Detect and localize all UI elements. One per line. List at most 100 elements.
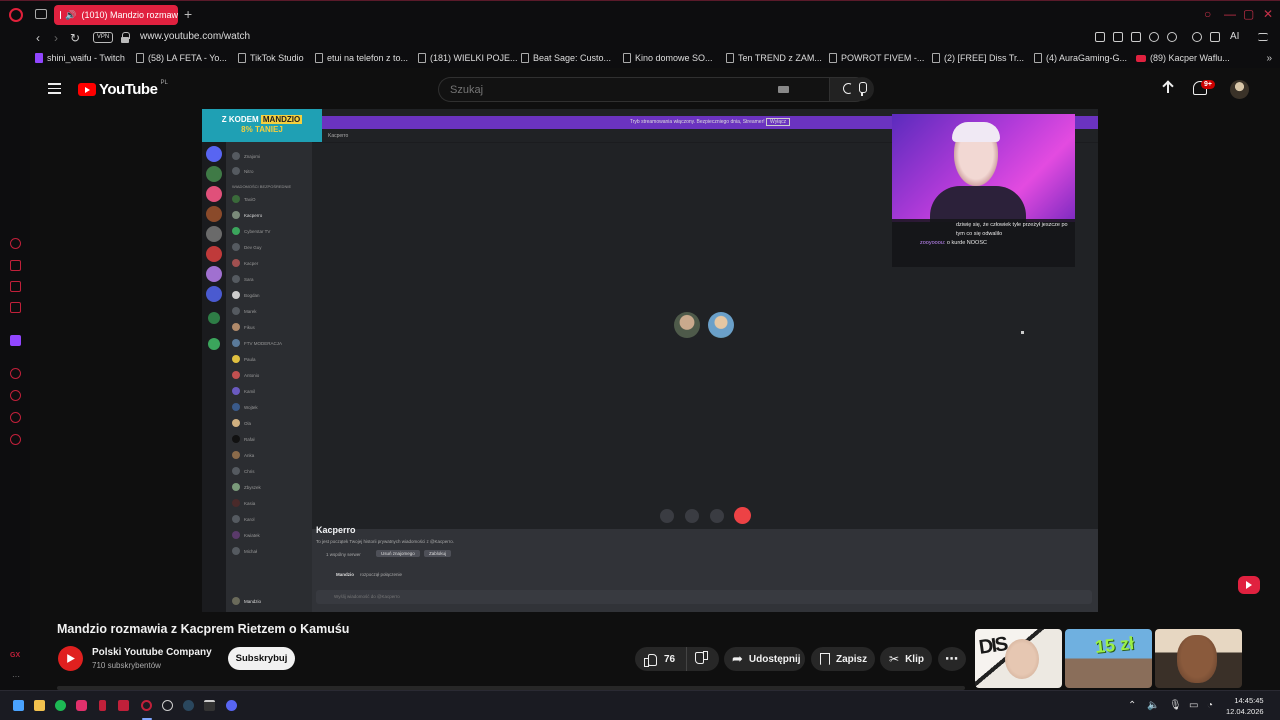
system-clock[interactable]: 14:45:45 12.04.2026 (1226, 695, 1264, 717)
spotify-icon[interactable] (55, 700, 66, 711)
bookmark-item[interactable]: (4) AuraGaming-G... (1034, 53, 1127, 63)
notification-badge: 9+ (1201, 80, 1215, 89)
gmail-icon[interactable] (10, 302, 21, 313)
back-icon[interactable]: ‹ (36, 31, 40, 45)
recommended-video-thumbnail[interactable]: 15 zł (1065, 629, 1152, 688)
bookmark-item[interactable]: etui na telefon z to... (315, 53, 408, 63)
call-participant-avatar (708, 312, 734, 338)
gmail-icon[interactable] (118, 700, 129, 711)
search-tabs-icon[interactable]: ○ (1204, 7, 1211, 21)
channel-avatar[interactable] (58, 646, 83, 671)
settings-icon[interactable] (10, 434, 21, 445)
easy-setup-icon[interactable] (1258, 33, 1268, 41)
bookmark-item[interactable]: Kino domowe SO... (623, 53, 713, 63)
terminal-icon[interactable] (204, 700, 215, 711)
mute-mic-icon (710, 509, 724, 523)
network-icon[interactable]: ◔ (1207, 700, 1213, 711)
url-field[interactable]: www.youtube.com/watch (140, 31, 250, 42)
pin-icon[interactable] (99, 700, 106, 711)
discord-server-list (202, 142, 226, 612)
instagram-icon[interactable] (76, 700, 87, 711)
video-title: Mandzio rozmawia z Kacprem Rietzem o Kam… (57, 622, 350, 636)
volume-icon[interactable]: 🔈 (1147, 700, 1159, 711)
discord-icon[interactable] (226, 700, 237, 711)
keyboard-icon[interactable] (778, 86, 789, 93)
maximize-icon[interactable]: ▢ (1243, 7, 1254, 21)
tab-title: (1010) Mandzio rozmaw (81, 10, 178, 20)
bookmark-item[interactable]: (58) LA FETA - Yo... (136, 53, 227, 63)
tray-overflow-icon[interactable]: ⌃ (1128, 700, 1136, 711)
server-icon (206, 146, 222, 162)
bookmark-item[interactable]: (2) [FREE] Diss Tr... (932, 53, 1024, 63)
snapshot-icon[interactable] (1113, 32, 1123, 42)
messenger-icon[interactable] (10, 281, 21, 292)
ai-button[interactable]: AI (1230, 31, 1239, 42)
bookmark-item[interactable]: POWROT FIVEM -... (829, 53, 924, 63)
more-actions-button[interactable]: ⋯ (938, 647, 966, 671)
player-icon[interactable] (1149, 32, 1159, 42)
player-icon[interactable] (10, 368, 21, 379)
heart-icon[interactable] (1167, 32, 1177, 42)
bookmark-item[interactable]: TikTok Studio (238, 53, 304, 63)
clip-button[interactable]: ✂ Klip (880, 647, 932, 671)
file-explorer-icon[interactable] (34, 700, 45, 711)
opera-menu-icon[interactable] (9, 8, 23, 22)
opera-gx-icon[interactable] (141, 700, 152, 711)
discord-dm-list: Znajomi Nitro WIADOMOŚCI BEZPOŚREDNIE Ta… (226, 142, 312, 612)
page-icon (726, 53, 734, 63)
server-icon (206, 266, 222, 282)
bookmark-item[interactable]: Ten TREND z ZAM... (726, 53, 822, 63)
more-icon[interactable]: ··· (12, 672, 20, 681)
recommended-video-thumbnail[interactable] (1155, 629, 1242, 688)
bookmark-item[interactable]: (181) WIELKI POJE... (418, 53, 518, 63)
subscriber-count: 710 subskrybentów (92, 661, 161, 670)
bookmark-item[interactable]: (89) Kacper Waflu... (1136, 53, 1230, 63)
menu-icon[interactable] (48, 83, 61, 94)
windows-start-icon[interactable] (13, 700, 24, 711)
minimize-icon[interactable]: — (1224, 7, 1236, 21)
youtube-miniplayer-icon[interactable] (1238, 576, 1260, 594)
like-button[interactable]: 76 (635, 647, 687, 671)
youtube-logo[interactable]: YouTube PL (78, 80, 168, 98)
account-avatar[interactable] (1230, 80, 1249, 99)
profile-icon[interactable] (1192, 32, 1202, 42)
reload-icon[interactable]: ↻ (70, 31, 80, 45)
twitch-icon[interactable] (10, 335, 21, 346)
save-button[interactable]: Zapisz (811, 647, 875, 671)
bookmark-icon (820, 653, 830, 665)
download-icon[interactable] (1210, 32, 1220, 42)
share-button[interactable]: ➦ Udostępnij (724, 647, 805, 671)
video-player[interactable]: Z KODEM MANDZIO 8% TANIEJ Tryb streamowa… (202, 109, 1098, 612)
vpn-badge[interactable]: VPN (93, 32, 113, 43)
adblock-icon[interactable] (1131, 32, 1141, 42)
streamer-facecam (892, 114, 1075, 222)
forward-icon[interactable]: › (54, 31, 58, 45)
display-icon[interactable]: ▭ (1189, 700, 1198, 711)
chatgpt-icon[interactable] (162, 700, 173, 711)
search-input[interactable] (439, 78, 759, 101)
subscribe-button[interactable]: Subskrybuj (228, 647, 295, 670)
microphone-icon[interactable]: 🎙 (1169, 700, 1182, 711)
bookmarks-overflow-icon[interactable]: » (1266, 53, 1272, 64)
dislike-button[interactable] (696, 653, 708, 665)
bookmark-page-icon[interactable] (1095, 32, 1105, 42)
server-icon (206, 206, 222, 222)
create-upload-icon[interactable] (1162, 81, 1174, 97)
screenshare-icon (685, 509, 699, 523)
voice-search-icon[interactable] (850, 77, 874, 101)
channel-name[interactable]: Polski Youtube Company (92, 647, 212, 658)
steam-icon[interactable] (183, 700, 194, 711)
gx-control-badge[interactable]: GX (10, 652, 20, 659)
recommended-video-thumbnail[interactable]: DIS (975, 629, 1062, 688)
close-icon[interactable]: ✕ (1263, 7, 1273, 21)
bookmark-item[interactable]: shini_waifu - Twitch (35, 53, 125, 63)
history-icon[interactable] (10, 390, 21, 401)
browser-tab-active[interactable]: 🔊 (1010) Mandzio rozmaw (54, 5, 178, 25)
gx-corner-icon[interactable] (10, 260, 21, 271)
tab-list-icon[interactable] (35, 9, 47, 19)
chat-icon[interactable] (10, 412, 21, 423)
new-tab-button[interactable]: + (184, 7, 192, 21)
speed-dial-icon[interactable] (10, 238, 21, 249)
bookmark-item[interactable]: Beat Sage: Custo... (521, 53, 611, 63)
lock-icon[interactable] (121, 32, 130, 43)
